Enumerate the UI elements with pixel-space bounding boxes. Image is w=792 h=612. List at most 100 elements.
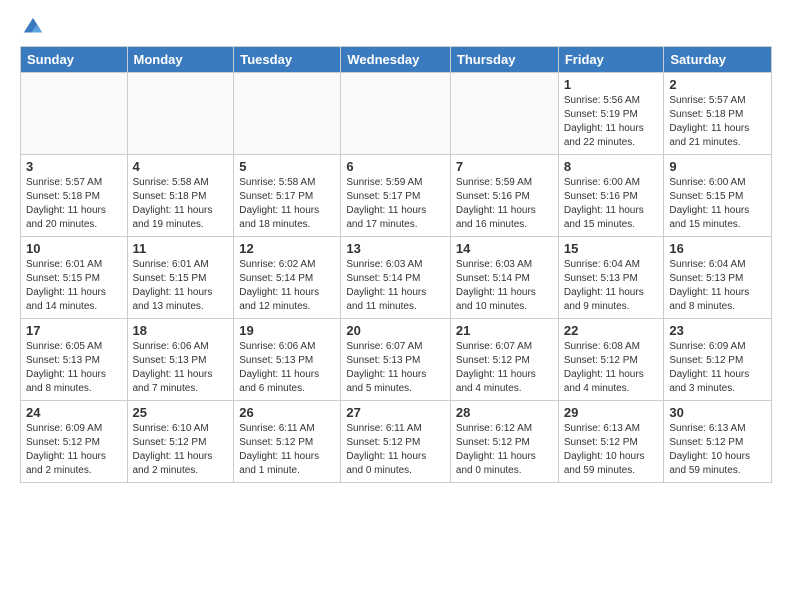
day-cell: 30Sunrise: 6:13 AM Sunset: 5:12 PM Dayli… <box>664 401 772 483</box>
col-header-thursday: Thursday <box>450 47 558 73</box>
day-cell: 12 Sunrise: 6:02 AM Sunset: 5:14 PM Dayli… <box>234 237 341 319</box>
day-info: Sunrise: 6:03 AM Sunset: 5:14 PM Dayligh… <box>456 258 553 314</box>
day-info: Sunrise: 5:57 AM Sunset: 5:18 PM Dayligh… <box>669 94 766 150</box>
week-row-3: 10 Sunrise: 6:01 AM Sunset: 5:15 PM Dayli… <box>21 237 772 319</box>
day-number: 19 <box>239 323 335 338</box>
week-row-2: 3 Sunrise: 5:57 AM Sunset: 5:18 PM Daylig… <box>21 155 772 237</box>
day-number: 4 <box>133 159 229 174</box>
header-row: SundayMondayTuesdayWednesdayThursdayFrid… <box>21 47 772 73</box>
day-cell: 16 Sunrise: 6:04 AM Sunset: 5:13 PM Dayli… <box>664 237 772 319</box>
day-cell: 28Sunrise: 6:12 AM Sunset: 5:12 PM Dayli… <box>450 401 558 483</box>
day-cell: 25 Sunrise: 6:10 AM Sunset: 5:12 PM Dayli… <box>127 401 234 483</box>
day-info: Sunrise: 6:02 AM Sunset: 5:14 PM Dayligh… <box>239 258 335 314</box>
day-cell: 6Sunrise: 5:59 AM Sunset: 5:17 PM Daylig… <box>341 155 451 237</box>
day-info: Sunrise: 5:58 AM Sunset: 5:18 PM Dayligh… <box>133 176 229 232</box>
day-number: 25 <box>133 405 229 420</box>
day-info: Sunrise: 6:07 AM Sunset: 5:12 PM Dayligh… <box>456 340 553 396</box>
day-info: Sunrise: 6:01 AM Sunset: 5:15 PM Dayligh… <box>26 258 122 314</box>
day-info: Sunrise: 6:08 AM Sunset: 5:12 PM Dayligh… <box>564 340 659 396</box>
day-info: Sunrise: 6:12 AM Sunset: 5:12 PM Dayligh… <box>456 422 553 478</box>
col-header-wednesday: Wednesday <box>341 47 451 73</box>
day-info: Sunrise: 6:05 AM Sunset: 5:13 PM Dayligh… <box>26 340 122 396</box>
day-number: 22 <box>564 323 659 338</box>
day-cell: 27 Sunrise: 6:11 AM Sunset: 5:12 PM Dayli… <box>341 401 451 483</box>
day-cell: 15 Sunrise: 6:04 AM Sunset: 5:13 PM Dayli… <box>558 237 664 319</box>
day-number: 2 <box>669 77 766 92</box>
day-cell: 22 Sunrise: 6:08 AM Sunset: 5:12 PM Dayli… <box>558 319 664 401</box>
day-number: 5 <box>239 159 335 174</box>
day-info: Sunrise: 6:03 AM Sunset: 5:14 PM Dayligh… <box>346 258 445 314</box>
day-cell: 29 Sunrise: 6:13 AM Sunset: 5:12 PM Dayli… <box>558 401 664 483</box>
day-cell: 11Sunrise: 6:01 AM Sunset: 5:15 PM Dayli… <box>127 237 234 319</box>
day-cell: 10 Sunrise: 6:01 AM Sunset: 5:15 PM Dayli… <box>21 237 128 319</box>
day-number: 29 <box>564 405 659 420</box>
day-info: Sunrise: 6:11 AM Sunset: 5:12 PM Dayligh… <box>239 422 335 478</box>
day-cell <box>341 73 451 155</box>
day-info: Sunrise: 6:06 AM Sunset: 5:13 PM Dayligh… <box>133 340 229 396</box>
day-info: Sunrise: 6:04 AM Sunset: 5:13 PM Dayligh… <box>669 258 766 314</box>
day-info: Sunrise: 6:06 AM Sunset: 5:13 PM Dayligh… <box>239 340 335 396</box>
calendar-table: SundayMondayTuesdayWednesdayThursdayFrid… <box>20 46 772 483</box>
col-header-friday: Friday <box>558 47 664 73</box>
day-number: 16 <box>669 241 766 256</box>
day-cell <box>450 73 558 155</box>
day-info: Sunrise: 5:58 AM Sunset: 5:17 PM Dayligh… <box>239 176 335 232</box>
day-number: 27 <box>346 405 445 420</box>
day-info: Sunrise: 6:07 AM Sunset: 5:13 PM Dayligh… <box>346 340 445 396</box>
day-number: 3 <box>26 159 122 174</box>
day-info: Sunrise: 5:59 AM Sunset: 5:16 PM Dayligh… <box>456 176 553 232</box>
col-header-saturday: Saturday <box>664 47 772 73</box>
day-cell: 26 Sunrise: 6:11 AM Sunset: 5:12 PM Dayli… <box>234 401 341 483</box>
day-info: Sunrise: 5:57 AM Sunset: 5:18 PM Dayligh… <box>26 176 122 232</box>
day-info: Sunrise: 6:00 AM Sunset: 5:16 PM Dayligh… <box>564 176 659 232</box>
day-cell: 19 Sunrise: 6:06 AM Sunset: 5:13 PM Dayli… <box>234 319 341 401</box>
day-cell: 2 Sunrise: 5:57 AM Sunset: 5:18 PM Daylig… <box>664 73 772 155</box>
day-info: Sunrise: 6:13 AM Sunset: 5:12 PM Dayligh… <box>564 422 659 478</box>
day-info: Sunrise: 6:01 AM Sunset: 5:15 PM Dayligh… <box>133 258 229 314</box>
day-number: 1 <box>564 77 659 92</box>
day-number: 15 <box>564 241 659 256</box>
day-info: Sunrise: 6:10 AM Sunset: 5:12 PM Dayligh… <box>133 422 229 478</box>
day-cell: 13 Sunrise: 6:03 AM Sunset: 5:14 PM Dayli… <box>341 237 451 319</box>
day-info: Sunrise: 6:09 AM Sunset: 5:12 PM Dayligh… <box>669 340 766 396</box>
day-number: 24 <box>26 405 122 420</box>
day-number: 14 <box>456 241 553 256</box>
col-header-monday: Monday <box>127 47 234 73</box>
col-header-tuesday: Tuesday <box>234 47 341 73</box>
day-cell: 17 Sunrise: 6:05 AM Sunset: 5:13 PM Dayli… <box>21 319 128 401</box>
week-row-1: 1 Sunrise: 5:56 AM Sunset: 5:19 PM Daylig… <box>21 73 772 155</box>
day-number: 18 <box>133 323 229 338</box>
day-cell: 18 Sunrise: 6:06 AM Sunset: 5:13 PM Dayli… <box>127 319 234 401</box>
day-info: Sunrise: 5:59 AM Sunset: 5:17 PM Dayligh… <box>346 176 445 232</box>
day-cell: 9 Sunrise: 6:00 AM Sunset: 5:15 PM Daylig… <box>664 155 772 237</box>
day-cell: 4 Sunrise: 5:58 AM Sunset: 5:18 PM Daylig… <box>127 155 234 237</box>
day-number: 20 <box>346 323 445 338</box>
day-number: 26 <box>239 405 335 420</box>
day-number: 8 <box>564 159 659 174</box>
header <box>20 16 772 38</box>
day-number: 7 <box>456 159 553 174</box>
day-cell: 24Sunrise: 6:09 AM Sunset: 5:12 PM Dayli… <box>21 401 128 483</box>
day-cell <box>234 73 341 155</box>
day-cell <box>127 73 234 155</box>
day-cell: 5 Sunrise: 5:58 AM Sunset: 5:17 PM Daylig… <box>234 155 341 237</box>
day-cell: 3 Sunrise: 5:57 AM Sunset: 5:18 PM Daylig… <box>21 155 128 237</box>
page: SundayMondayTuesdayWednesdayThursdayFrid… <box>0 0 792 503</box>
day-cell: 14 Sunrise: 6:03 AM Sunset: 5:14 PM Dayli… <box>450 237 558 319</box>
day-number: 10 <box>26 241 122 256</box>
logo <box>20 16 44 38</box>
day-info: Sunrise: 6:00 AM Sunset: 5:15 PM Dayligh… <box>669 176 766 232</box>
day-number: 13 <box>346 241 445 256</box>
logo-icon <box>22 16 44 38</box>
day-number: 9 <box>669 159 766 174</box>
day-info: Sunrise: 5:56 AM Sunset: 5:19 PM Dayligh… <box>564 94 659 150</box>
day-number: 17 <box>26 323 122 338</box>
day-number: 12 <box>239 241 335 256</box>
day-info: Sunrise: 6:04 AM Sunset: 5:13 PM Dayligh… <box>564 258 659 314</box>
day-cell: 23Sunrise: 6:09 AM Sunset: 5:12 PM Dayli… <box>664 319 772 401</box>
day-info: Sunrise: 6:11 AM Sunset: 5:12 PM Dayligh… <box>346 422 445 478</box>
day-cell: 1 Sunrise: 5:56 AM Sunset: 5:19 PM Daylig… <box>558 73 664 155</box>
day-cell: 8 Sunrise: 6:00 AM Sunset: 5:16 PM Daylig… <box>558 155 664 237</box>
day-cell: 21Sunrise: 6:07 AM Sunset: 5:12 PM Dayli… <box>450 319 558 401</box>
day-cell: 7 Sunrise: 5:59 AM Sunset: 5:16 PM Daylig… <box>450 155 558 237</box>
